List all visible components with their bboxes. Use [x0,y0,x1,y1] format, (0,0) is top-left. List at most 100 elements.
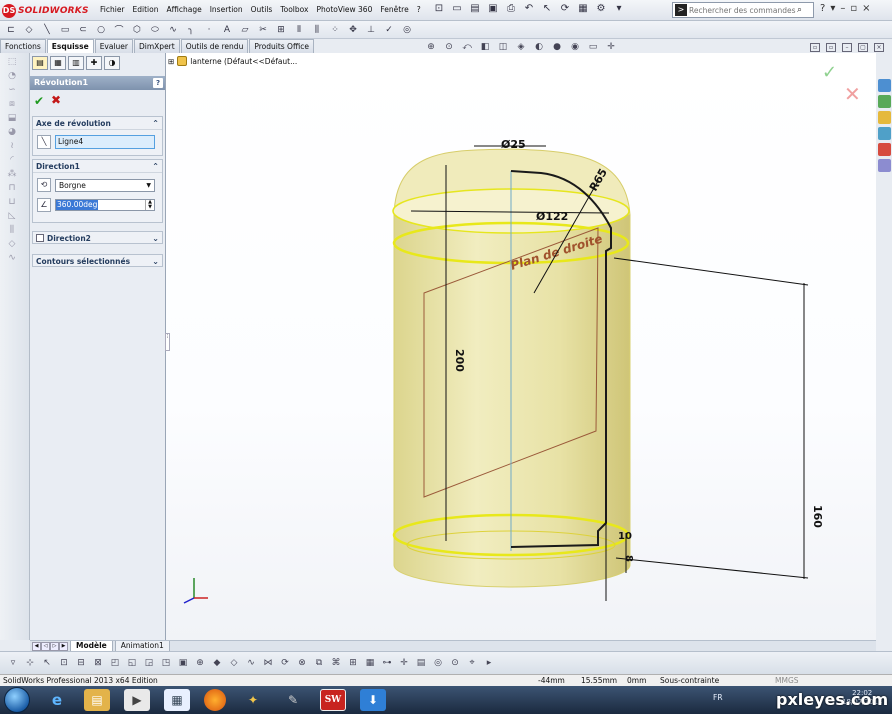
pm-help-button[interactable]: ? [153,78,163,88]
filter-vertices-icon[interactable]: ⊠ [91,658,105,668]
tab-modele[interactable]: Modèle [70,640,113,652]
display-relations-icon[interactable]: ⊥ [364,25,378,35]
expand-icon[interactable]: ⌄ [152,232,162,245]
filter-balloons-icon[interactable]: ◎ [431,658,445,668]
sweep-icon[interactable]: ∽ [5,85,19,95]
angle-field[interactable]: 360.00deg ▲ ▼ [55,199,155,211]
section-view-icon[interactable]: ◧ [478,42,492,52]
revolve-type-select[interactable]: Borgne ▼ [55,178,155,192]
sketch-icon[interactable]: ⊏ [4,25,18,35]
filter-surfaces-icon[interactable]: ◇ [227,658,241,668]
circle-icon[interactable]: ○ [94,25,108,35]
quick-snaps-icon[interactable]: ◎ [400,25,414,35]
save-icon[interactable]: ▣ [486,3,500,14]
filter-center-marks-icon[interactable]: ✛ [397,658,411,668]
extrude-icon[interactable]: ⬚ [5,57,19,67]
menu-fenetre[interactable]: Fenêtre [376,5,412,14]
help-dropdown-icon[interactable]: ▾ [830,3,835,14]
linear-pattern-icon[interactable]: ⁘ [328,25,342,35]
select-cursor-icon[interactable]: ↖ [40,658,54,668]
dim-small-bottom[interactable]: 10 [618,531,632,542]
feature-tree-flyout[interactable]: ⊞ lanterne (Défaut<<Défaut... [168,56,297,66]
filter-tables-icon[interactable]: ▤ [414,658,428,668]
line-icon[interactable]: ╲ [40,25,54,35]
cut-revolve-icon[interactable]: ◕ [5,127,19,137]
open-folder-icon[interactable]: ▤ [468,3,482,14]
rotate-view-icon[interactable]: ✛ [604,42,618,52]
model-view[interactable]: Plan de droite Ø25 Ø122 R65 200 160 10 8 [166,53,876,640]
file-explorer-icon[interactable] [877,111,891,124]
tab-animation1[interactable]: Animation1 [114,640,170,652]
filter-datum-icon[interactable]: ⊞ [346,658,360,668]
rib-icon[interactable]: ⊓ [5,183,19,193]
tab-outils-de-rendu[interactable]: Outils de rendu [180,39,249,53]
next-tab-icon[interactable]: ▷ [50,641,59,651]
trim-icon[interactable]: ✂ [256,25,270,35]
dim-left-height[interactable]: 200 [453,349,466,372]
arc-icon[interactable]: ⌒ [112,23,126,36]
configuration-manager-tab-icon[interactable]: ▥ [68,56,84,70]
view-settings-icon[interactable]: ▭ [586,42,600,52]
file-properties-icon[interactable]: ▦ [576,3,590,14]
menu-fichier[interactable]: Fichier [96,5,129,14]
filter-more-icon[interactable]: ▸ [482,658,496,668]
help-question-icon[interactable]: ? [820,3,825,14]
menu-affichage[interactable]: Affichage [162,5,205,14]
revolve-icon[interactable]: ◔ [5,71,19,81]
shell-icon[interactable]: ⊔ [5,197,19,207]
filter-holes-icon[interactable]: ⊙ [448,658,462,668]
ellipse-icon[interactable]: ⬭ [148,25,162,35]
customize-icon[interactable]: ▾ [612,3,626,14]
dimxpert-manager-tab-icon[interactable]: ✚ [86,56,102,70]
filter-axes-icon[interactable]: ◱ [125,658,139,668]
status-units[interactable]: MMGS [775,675,799,686]
expand-icon[interactable]: ⌄ [152,255,162,268]
cut-sweep-icon[interactable]: ≀ [5,141,19,151]
direction1-header[interactable]: Direction1 ⌃ [33,160,162,173]
cut-extrude-icon[interactable]: ⬓ [5,113,19,123]
text-icon[interactable]: A [220,25,234,35]
select-filter-icon[interactable]: ⊹ [23,658,37,668]
menu-outils[interactable]: Outils [247,5,277,14]
confirm-corner-cancel-icon[interactable]: ✕ [844,82,861,106]
sparkle-app-icon[interactable]: ✦ [240,689,266,711]
edit-appearance-icon[interactable]: ● [550,42,564,52]
view-orientation-icon[interactable]: ◫ [496,42,510,52]
filter-solids-icon[interactable]: ◆ [210,658,224,668]
filter-points-icon[interactable]: ⊕ [193,658,207,668]
hide-show-icon[interactable]: ◐ [532,42,546,52]
doc-restore-icon[interactable]: ▫ [810,43,820,52]
filter-welds-icon[interactable]: ⋈ [261,658,275,668]
design-library-icon[interactable] [877,95,891,108]
loft-icon[interactable]: ⧈ [5,99,19,109]
filter-cosmetic-icon[interactable]: ⌘ [329,658,343,668]
pm-cancel-button[interactable]: ✖ [51,93,61,107]
doc-maximize-icon[interactable]: ▢ [858,43,868,52]
file-explorer-icon[interactable]: ▤ [84,689,110,711]
previous-view-icon[interactable]: ⤺ [460,42,474,52]
collapse-icon[interactable]: ⌃ [152,117,162,129]
plane-icon[interactable]: ▱ [238,25,252,35]
doc-tile-icon[interactable]: ▫ [826,43,836,52]
menu-toolbox[interactable]: Toolbox [276,5,312,14]
solidworks-logo[interactable]: DS SOLIDWORKS [2,3,89,18]
internet-explorer-icon[interactable]: e [44,689,70,711]
keyboard-language[interactable]: FR [713,693,723,702]
new-document-icon[interactable]: ▭ [450,3,464,14]
dim-body-diameter[interactable]: Ø122 [536,210,568,223]
angle-spinner[interactable]: ▲ ▼ [145,200,154,210]
pattern-icon[interactable]: ⁂ [5,169,19,179]
firefox-icon[interactable] [204,689,226,711]
slot-icon[interactable]: ⊂ [76,25,90,35]
direction2-checkbox[interactable] [36,234,44,242]
custom-properties-icon[interactable] [877,159,891,172]
filter-mates-icon[interactable]: ⊗ [295,658,309,668]
panel-resize-handle[interactable]: ⁝ [165,333,170,351]
rebuild-icon[interactable]: ⟳ [558,3,572,14]
filter-planes-icon[interactable]: ◰ [108,658,122,668]
solidworks-taskbar-icon[interactable]: SW [320,689,346,711]
mirror-feature-icon[interactable]: ⫼ [5,225,19,235]
dim-top-diameter[interactable]: Ø25 [501,138,526,151]
repair-sketch-icon[interactable]: ✓ [382,25,396,35]
search-icon[interactable]: ⌕ [797,5,802,15]
